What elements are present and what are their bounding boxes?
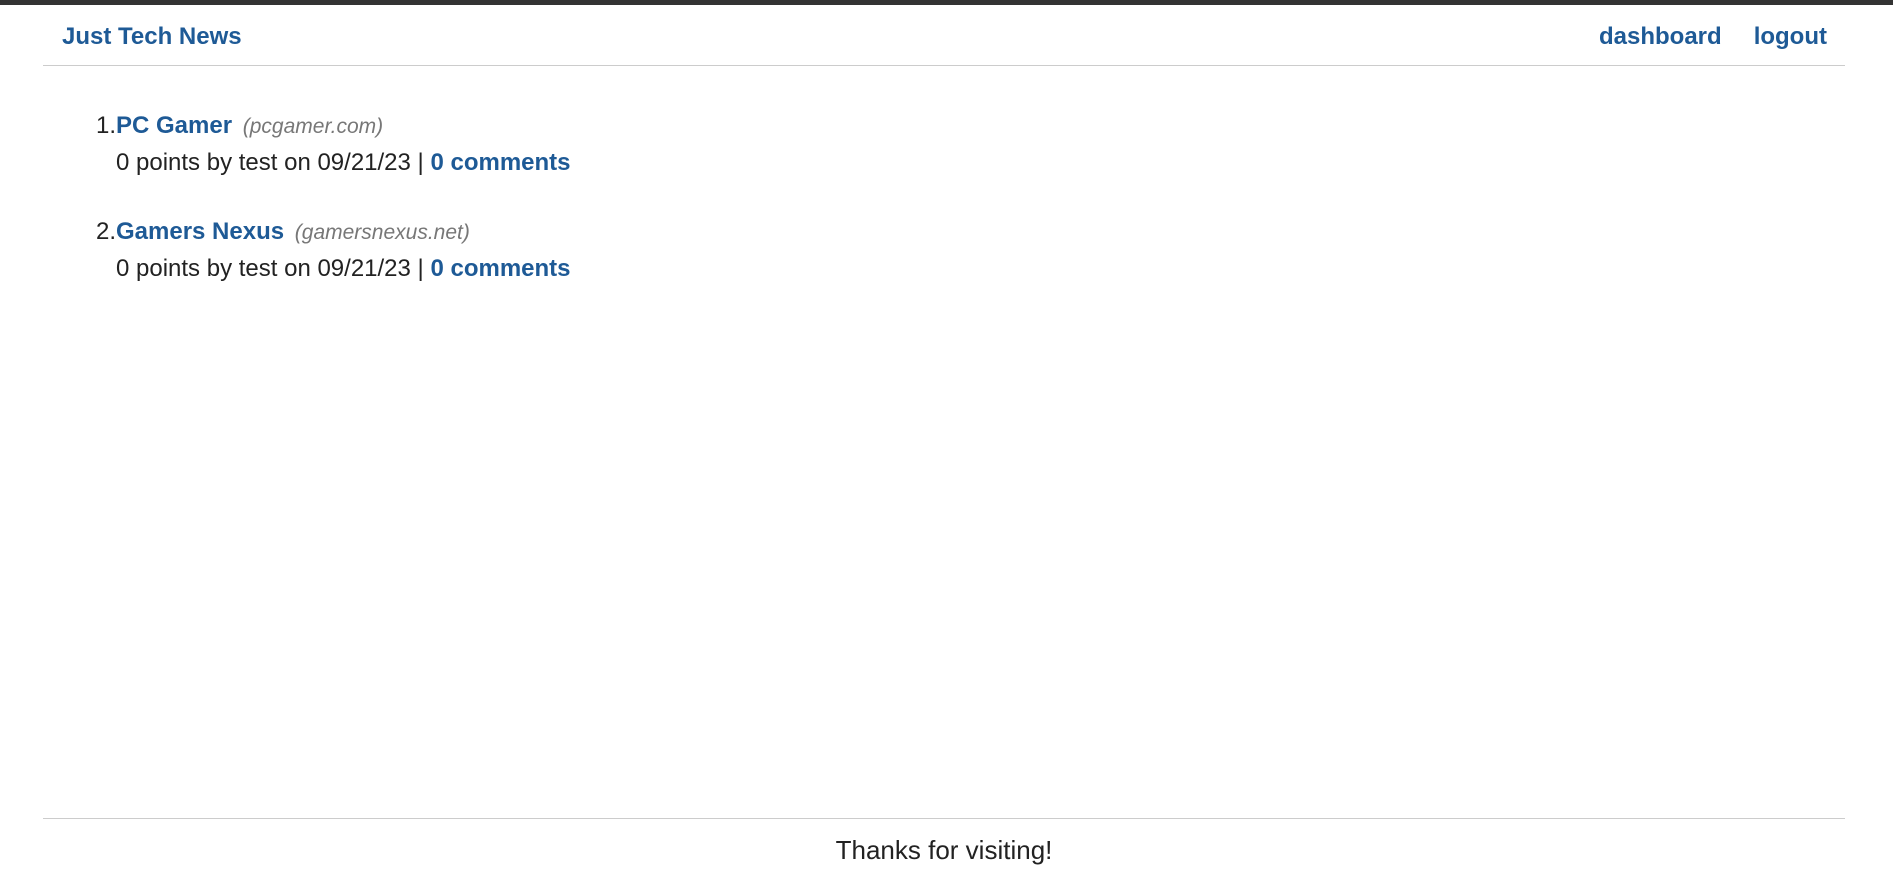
post-number: 2. [95, 218, 116, 245]
post-comments-link[interactable]: 0 comments [430, 255, 570, 282]
post-meta: 0 points by test on 09/21/23 | 0 comment… [116, 251, 571, 287]
site-header: Just Tech News dashboard logout [43, 5, 1845, 66]
post-meta-text: 0 points by test on 09/21/23 | [116, 149, 424, 176]
header-nav: dashboard logout [1599, 22, 1827, 52]
logout-link[interactable]: logout [1754, 22, 1827, 52]
post-list: 1. PC Gamer (pcgamer.com) 0 points by te… [43, 108, 1845, 320]
post-title-link[interactable]: PC Gamer [116, 112, 232, 139]
post-host: (gamersnexus.net) [294, 221, 470, 244]
dashboard-link[interactable]: dashboard [1599, 22, 1722, 52]
post-host: (pcgamer.com) [242, 115, 384, 138]
post-title-line: PC Gamer (pcgamer.com) [116, 108, 383, 145]
brand-link[interactable]: Just Tech News [62, 22, 242, 52]
footer-text: Thanks for visiting! [835, 835, 1053, 865]
page-wrapper: Just Tech News dashboard logout 1. PC Ga… [43, 5, 1845, 883]
post-title-line: Gamers Nexus (gamersnexus.net) [116, 214, 470, 251]
post-meta-text: 0 points by test on 09/21/23 | [116, 255, 424, 282]
post-comments-link[interactable]: 0 comments [430, 149, 570, 176]
post-number: 1. [95, 112, 116, 139]
post-item: 2. Gamers Nexus (gamersnexus.net) 0 poin… [43, 214, 1845, 320]
post-item: 1. PC Gamer (pcgamer.com) 0 points by te… [43, 108, 1845, 214]
post-meta: 0 points by test on 09/21/23 | 0 comment… [116, 145, 571, 181]
post-title-link[interactable]: Gamers Nexus [116, 218, 284, 245]
site-footer: Thanks for visiting! [43, 818, 1845, 867]
